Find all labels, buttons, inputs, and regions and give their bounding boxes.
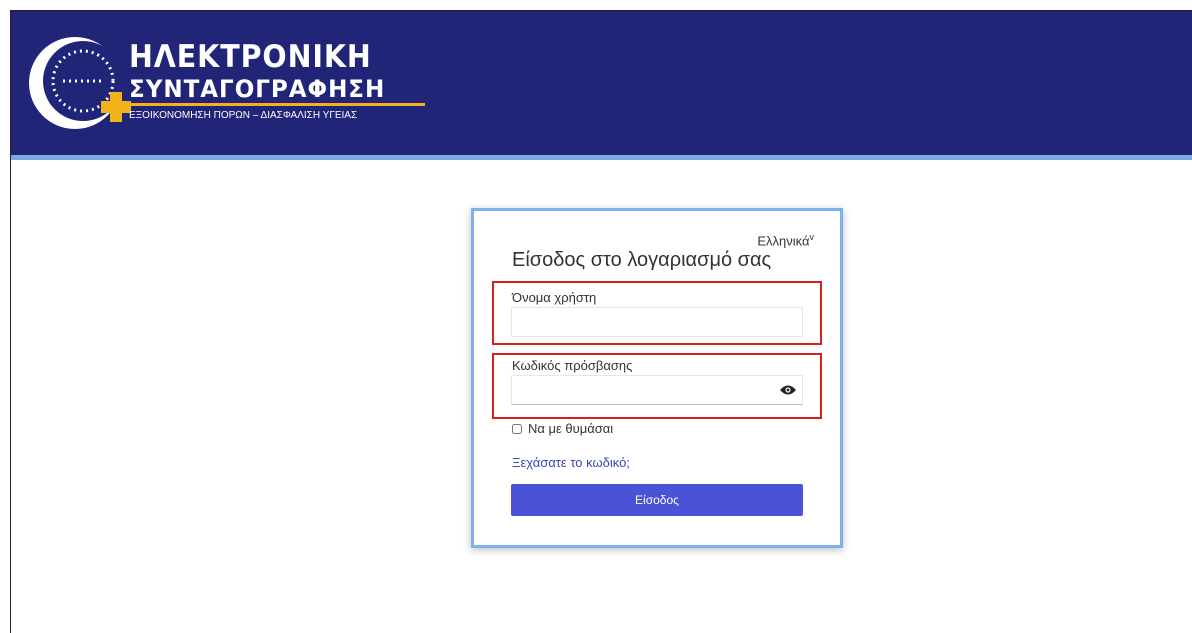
page-frame: ΗΛΕΚΤΡΟΝΙΚΗ ΣΥΝΤΑΓΟΓΡΑΦΗΣΗ ΕΞΟΙΚΟΝΟΜΗΣΗ … [10, 10, 1192, 633]
remember-me[interactable]: Να με θυμάσαι [512, 421, 613, 436]
eye-icon [780, 385, 796, 395]
show-password-button[interactable] [773, 376, 803, 404]
site-header: ΗΛΕΚΤΡΟΝΙΚΗ ΣΥΝΤΑΓΟΓΡΑΦΗΣΗ ΕΞΟΙΚΟΝΟΜΗΣΗ … [11, 11, 1192, 155]
language-selector[interactable]: Ελληνικάv [757, 232, 814, 248]
remember-me-label: Να με θυμάσαι [528, 421, 614, 436]
header-accent-line [11, 155, 1192, 160]
password-input[interactable] [511, 375, 803, 405]
login-button[interactable]: Είσοδος [511, 484, 803, 516]
remember-me-checkbox[interactable] [512, 423, 522, 434]
chevron-down-icon: v [809, 232, 815, 242]
site-logo[interactable]: ΗΛΕΚΤΡΟΝΙΚΗ ΣΥΝΤΑΓΟΓΡΑΦΗΣΗ ΕΞΟΙΚΟΝΟΜΗΣΗ … [25, 31, 445, 141]
login-card: Ελληνικάv Είσοδος στο λογαριασμό σας Όνο… [471, 208, 843, 548]
logo-subtitle: ΕΞΟΙΚΟΝΟΜΗΣΗ ΠΟΡΩΝ – ΔΙΑΣΦΑΛΙΣΗ ΥΓΕΙΑΣ [129, 110, 358, 121]
login-title: Είσοδος στο λογαριασμό σας [512, 249, 772, 271]
logo-title-line2: ΣΥΝΤΑΓΟΓΡΑΦΗΣΗ [129, 75, 386, 103]
logo-mark-icon [29, 37, 131, 129]
forgot-password-link[interactable]: Ξεχάσατε το κωδικό; [512, 455, 630, 470]
username-input[interactable] [511, 307, 803, 337]
logo-divider [129, 103, 425, 106]
password-label: Κωδικός πρόσβασης [512, 358, 633, 373]
language-label: Ελληνικά [757, 233, 810, 249]
logo-title-line1: ΗΛΕΚΤΡΟΝΙΚΗ [129, 39, 372, 75]
username-label: Όνομα χρήστη [512, 290, 597, 305]
